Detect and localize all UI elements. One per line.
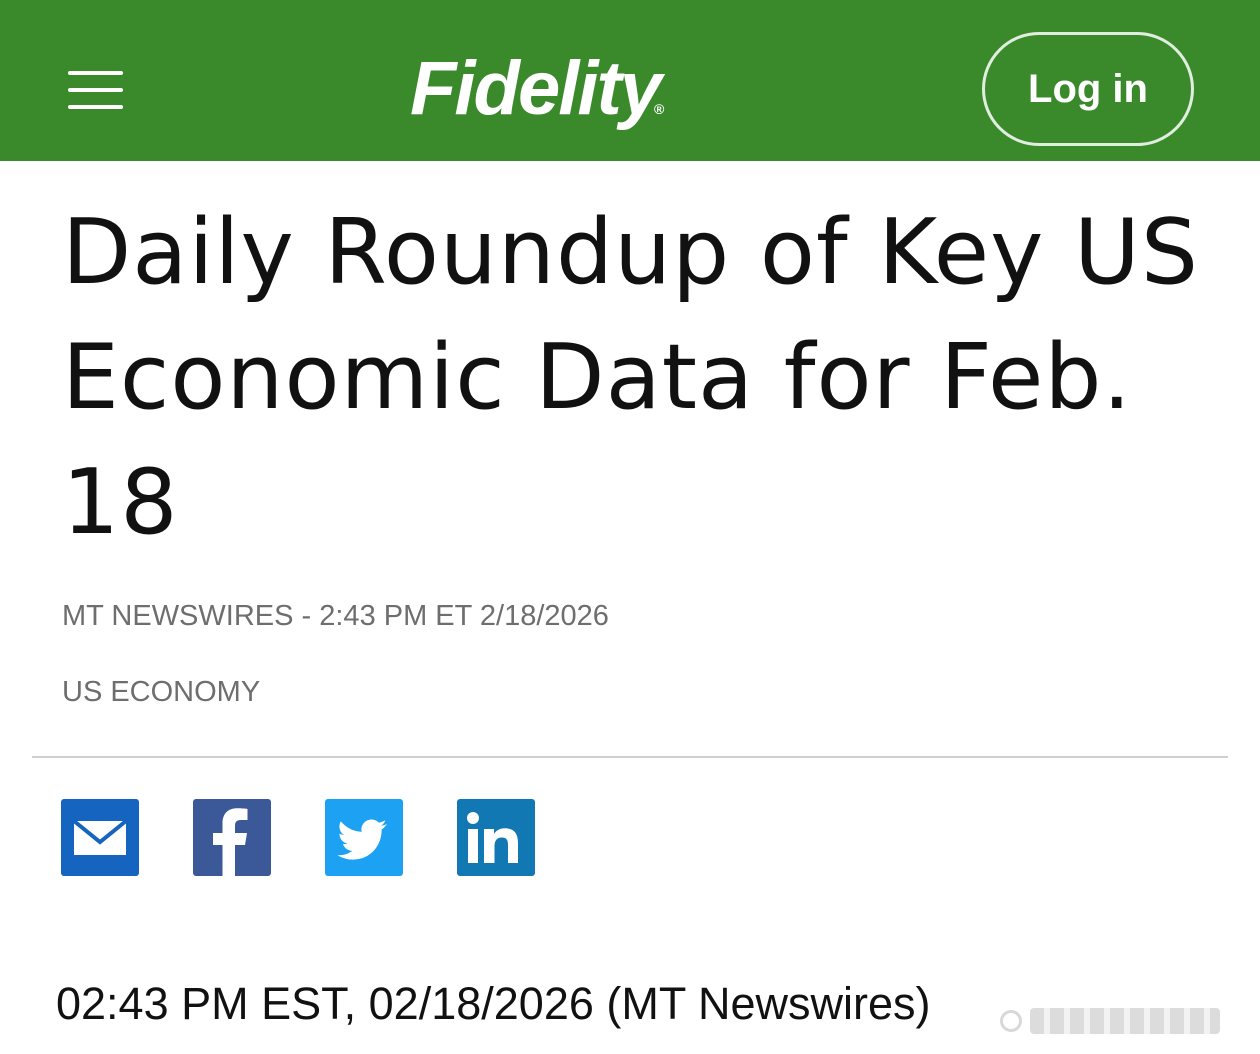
watermark-circle — [1000, 1010, 1022, 1032]
watermark — [1000, 1000, 1250, 1042]
twitter-icon — [337, 819, 387, 860]
fidelity-logo[interactable]: Fidelity® — [410, 44, 750, 144]
article-dateline: 02:43 PM EST, 02/18/2026 (MT Newswires) — [56, 978, 931, 1029]
share-twitter-button[interactable] — [325, 799, 403, 876]
share-linkedin-button[interactable] — [457, 799, 535, 876]
login-button[interactable]: Log in — [982, 32, 1194, 146]
top-header: Fidelity® Log in — [0, 0, 1260, 161]
divider — [32, 756, 1228, 758]
article-timestamp: 2:43 PM ET 2/18/2026 — [319, 600, 609, 632]
share-facebook-button[interactable] — [193, 799, 271, 876]
article-source: MT NEWSWIRES - — [62, 600, 312, 632]
brand-name: Fidelity — [410, 46, 662, 131]
article-title: Daily Roundup of Key US Economic Data fo… — [62, 200, 1200, 555]
article-category[interactable]: US ECONOMY — [62, 676, 260, 709]
page: Fidelity® Log in Daily Roundup of Key US… — [0, 0, 1260, 1054]
article-byline: MT NEWSWIRES - 2:43 PM ET 2/18/2026 — [62, 600, 609, 633]
linkedin-icon — [467, 812, 518, 863]
hamburger-menu-icon[interactable] — [68, 71, 123, 109]
facebook-icon — [213, 808, 248, 876]
email-icon — [72, 819, 128, 855]
watermark-bar — [1030, 1008, 1220, 1034]
share-email-button[interactable] — [61, 799, 139, 876]
registered-mark: ® — [654, 101, 664, 117]
